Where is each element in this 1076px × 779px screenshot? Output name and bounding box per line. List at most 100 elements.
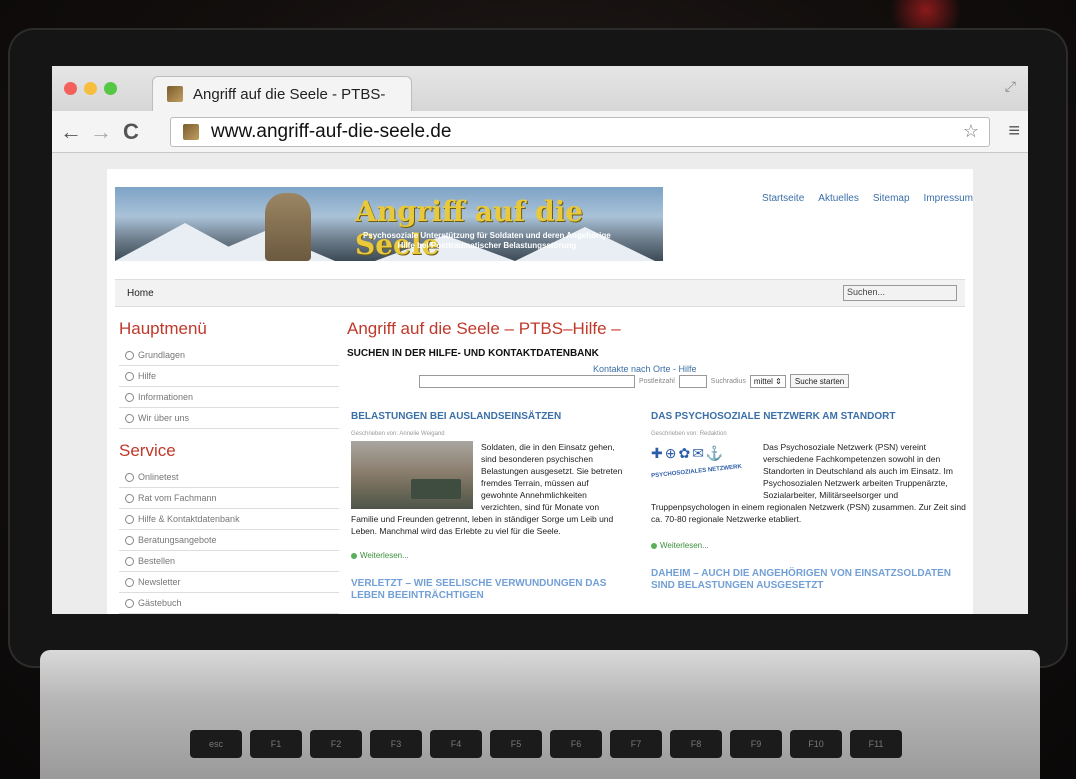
article-auslandseinsaetze: BELASTUNGEN BEI AUSLANDSEINSÄTZEN Geschr… [351,411,627,602]
sidebar-item-label: Hilfe & Kontaktdatenbank [138,514,240,524]
sidebar-item-label: Informationen [138,392,194,402]
article-title[interactable]: DAS PSYCHOSOZIALE NETZWERK AM STANDORT [651,411,967,422]
key: F4 [430,730,482,758]
read-more-link[interactable]: Weiterlesen... [351,551,627,560]
read-more-link[interactable]: Weiterlesen... [651,541,967,550]
sidebar-item-label: Hilfe [138,371,157,381]
sidebar-item-newsletter[interactable]: Newsletter [119,572,339,593]
suchradius-select[interactable]: mittel ⇕ [749,374,786,388]
site-banner[interactable]: Angriff auf die Seele Psychosoziale Unte… [115,187,663,261]
favicon-icon [167,86,183,102]
minimize-window-button[interactable] [84,82,97,95]
sidebar-item-bestellen[interactable]: Bestellen [119,551,339,572]
search-start-button[interactable]: Suche starten [789,374,850,388]
bullet-icon [125,556,134,566]
article-meta: Geschrieben von: Redaktion [651,431,727,437]
forward-button[interactable]: → [86,119,116,145]
bullet-icon [125,392,134,402]
article-title[interactable]: DAHEIM – AUCH DIE ANGEHÖRIGEN VON EINSAT… [651,568,967,592]
sidebar: Hauptmenü Grundlagen Hilfe Informationen… [119,319,339,614]
browser-toolbar: ← → C www.angriff-auf-die-seele.de ☆ ≡ [52,111,1028,153]
key: F11 [850,730,902,758]
key: F7 [610,730,662,758]
sidebar-item-label: Gästebuch [138,598,182,608]
nav-sitemap[interactable]: Sitemap [873,193,910,204]
bullet-icon [125,493,134,503]
tab-title: Angriff auf die Seele - PTBS- [193,85,386,103]
back-button[interactable]: ← [56,119,86,145]
key: F1 [250,730,302,758]
home-link[interactable]: Home [127,288,154,299]
soldier-image [265,193,311,261]
key: F2 [310,730,362,758]
ort-search-input[interactable] [419,374,635,388]
sidebar-item-kontaktdatenbank[interactable]: Hilfe & Kontaktdatenbank [119,509,339,530]
browser-menu-icon[interactable]: ≡ [1008,120,1020,143]
address-bar[interactable]: www.angriff-auf-die-seele.de ☆ [170,117,990,147]
sidebar-item-rat-vom-fachmann[interactable]: Rat vom Fachmann [119,488,339,509]
key: F5 [490,730,542,758]
key: esc [190,730,242,758]
window-controls [64,82,117,95]
article-psn: DAS PSYCHOSOZIALE NETZWERK AM STANDORT G… [651,411,967,592]
bullet-icon [125,413,134,423]
bullet-icon [125,514,134,524]
site-favicon-icon [183,124,199,140]
key: F8 [670,730,722,758]
suchradius-value: mittel [753,376,773,386]
keyboard-row: esc F1 F2 F3 F4 F5 F6 F7 F8 F9 F10 F11 [190,730,902,758]
desert-photo [351,441,473,509]
sidebar-item-grundlagen[interactable]: Grundlagen [119,345,339,366]
key: F9 [730,730,782,758]
reload-button[interactable]: C [116,119,146,145]
sidebar-item-informationen[interactable]: Informationen [119,387,339,408]
main-content: Angriff auf die Seele – PTBS–Hilfe – SUC… [347,319,967,601]
suchradius-label: Suchradius [710,377,746,385]
page-viewport: Angriff auf die Seele Psychosoziale Unte… [52,153,1028,614]
bus-image [411,479,461,499]
banner-title: Angriff auf die Seele [355,195,584,261]
article-title[interactable]: VERLETZT – WIE SEELISCHE VERWUNDUNGEN DA… [351,578,627,602]
postleitzahl-input[interactable] [678,374,707,388]
hauptmenu-title: Hauptmenü [119,319,207,338]
banner-subtitle-line2: Hilfe bei Posttraumatischer Belastungsst… [397,241,577,250]
article-title[interactable]: BELASTUNGEN BEI AUSLANDSEINSÄTZEN [351,411,627,422]
sidebar-item-beratungsangebote[interactable]: Beratungsangebote [119,530,339,551]
page-title: Angriff auf die Seele – PTBS–Hilfe – [347,319,621,338]
key: F10 [790,730,842,758]
nav-impressum[interactable]: Impressum [924,193,973,204]
zoom-window-button[interactable] [104,82,117,95]
breadcrumb-bar: Home Suchen... [115,279,965,307]
site-search-input[interactable]: Suchen... [843,285,957,301]
sidebar-item-label: Onlinetest [138,472,179,482]
close-window-button[interactable] [64,82,77,95]
sidebar-item-label: Bestellen [138,556,176,566]
sidebar-item-label: Wir über uns [138,413,190,423]
article-body-wrap: ✚⊕✿✉⚓ PSYCHOSOZIALES NETZWERK Das Psycho… [651,441,967,525]
sidebar-item-label: Grundlagen [138,350,186,360]
laptop-screen: Angriff auf die Seele - PTBS- ⤢ ← → C ww… [52,66,1028,614]
kontakt-link[interactable]: Kontakte nach Orte - Hilfe [593,364,697,374]
url-text: www.angriff-auf-die-seele.de [211,121,452,142]
sidebar-item-label: Rat vom Fachmann [138,493,217,503]
sidebar-item-onlinetest[interactable]: Onlinetest [119,467,339,488]
top-navigation: Startseite Aktuelles Sitemap Impressum [762,193,973,204]
service-title: Service [119,441,176,460]
sidebar-item-gaestebuch[interactable]: Gästebuch [119,593,339,614]
banner-subtitle: Psychosoziale Unterstützung für Soldaten… [363,231,611,251]
sidebar-item-label: Beratungsangebote [138,535,217,545]
bookmark-star-icon[interactable]: ☆ [963,121,979,142]
web-page: Angriff auf die Seele Psychosoziale Unte… [107,169,973,614]
nav-aktuelles[interactable]: Aktuelles [818,193,859,204]
article-body-wrap: Soldaten, die in den Einsatz gehen, sind… [351,441,627,537]
browser-tabstrip: Angriff auf die Seele - PTBS- ⤢ [52,66,1028,111]
psn-logo-text: PSYCHOSOZIALES NETZWERK [650,463,743,480]
bullet-icon [125,535,134,545]
nav-startseite[interactable]: Startseite [762,193,804,204]
bullet-icon [125,371,134,381]
browser-tab[interactable]: Angriff auf die Seele - PTBS- [152,76,412,111]
sidebar-item-wir-ueber-uns[interactable]: Wir über uns [119,408,339,429]
sidebar-item-hilfe[interactable]: Hilfe [119,366,339,387]
postleitzahl-label: Postleitzahl [639,377,675,385]
fullscreen-icon[interactable]: ⤢ [1005,78,1016,95]
